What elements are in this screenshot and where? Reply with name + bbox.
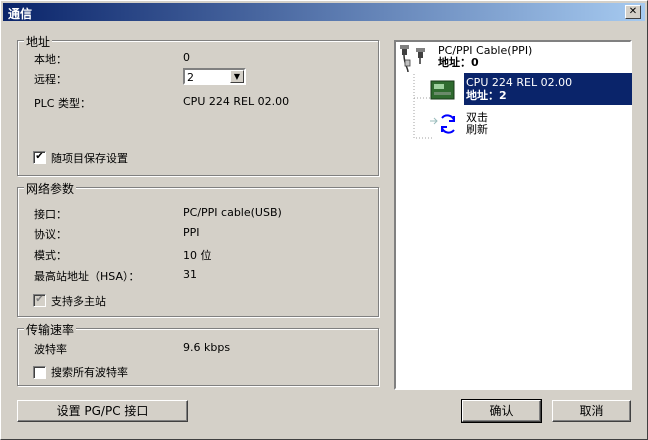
baud-rate-value: 9.6 kbps [183,341,231,354]
cpu-address: 地址：2 [466,89,507,102]
multimaster-checkbox: ✔ [33,294,46,307]
cpu-node-selected[interactable]: CPU 224 REL 02.00 地址：2 [464,73,632,105]
close-button[interactable]: ✕ [625,5,641,19]
hsa-label: 最高站地址（HSA）： [34,270,140,283]
remote-address-value: 2 [187,71,194,84]
communication-dialog: 通信 ✕ 地址 本地： 0 远程： 2 ▼ PLC 类型： CPU 224 RE… [0,0,648,440]
interface-value: PC/PPI cable(USB) [183,206,282,219]
ok-button[interactable]: 确认 [461,399,542,423]
baud-legend: 传输速率 [24,321,77,338]
network-legend: 网络参数 [24,180,77,197]
hsa-value: 31 [183,268,197,281]
protocol-label: 协议： [34,228,67,241]
window-title: 通信 [8,7,33,21]
tree-connector-lines [413,74,434,139]
remote-label: 远程： [34,73,67,86]
mode-label: 模式： [34,249,67,262]
save-setting-checkbox[interactable]: ✔ [33,151,46,164]
title-bar[interactable]: 通信 ✕ [3,3,645,21]
plc-type-value: CPU 224 REL 02.00 [183,95,290,108]
plc-type-label: PLC 类型： [34,97,91,110]
refresh-line2[interactable]: 刷新 [466,124,488,136]
save-setting-label[interactable]: 随项目保存设置 [51,150,128,166]
local-value: 0 [183,51,190,64]
set-pgpc-interface-button[interactable]: 设置 PG/PC 接口 [17,400,188,422]
refresh-icon[interactable] [428,112,468,138]
cancel-button[interactable]: 取消 [552,400,631,422]
multimaster-label: 支持多主站 [51,295,106,308]
cpu-module-icon [430,80,455,100]
local-label: 本地： [34,53,67,66]
mode-value: 10 位 [183,249,212,262]
search-all-baud-checkbox[interactable] [33,366,46,379]
chevron-down-icon[interactable]: ▼ [230,70,244,83]
network-tree[interactable]: PC/PPI Cable(PPI) 地址：0 CPU 224 REL 02.00… [394,40,632,390]
baud-rate-label: 波特率 [34,343,67,356]
address-legend: 地址 [24,33,53,50]
interface-label: 接口： [34,208,67,221]
cpu-name: CPU 224 REL 02.00 [466,76,573,89]
protocol-value: PPI [183,226,200,239]
remote-address-select[interactable]: 2 ▼ [183,68,246,85]
search-all-baud-label[interactable]: 搜索所有波特率 [51,364,128,380]
